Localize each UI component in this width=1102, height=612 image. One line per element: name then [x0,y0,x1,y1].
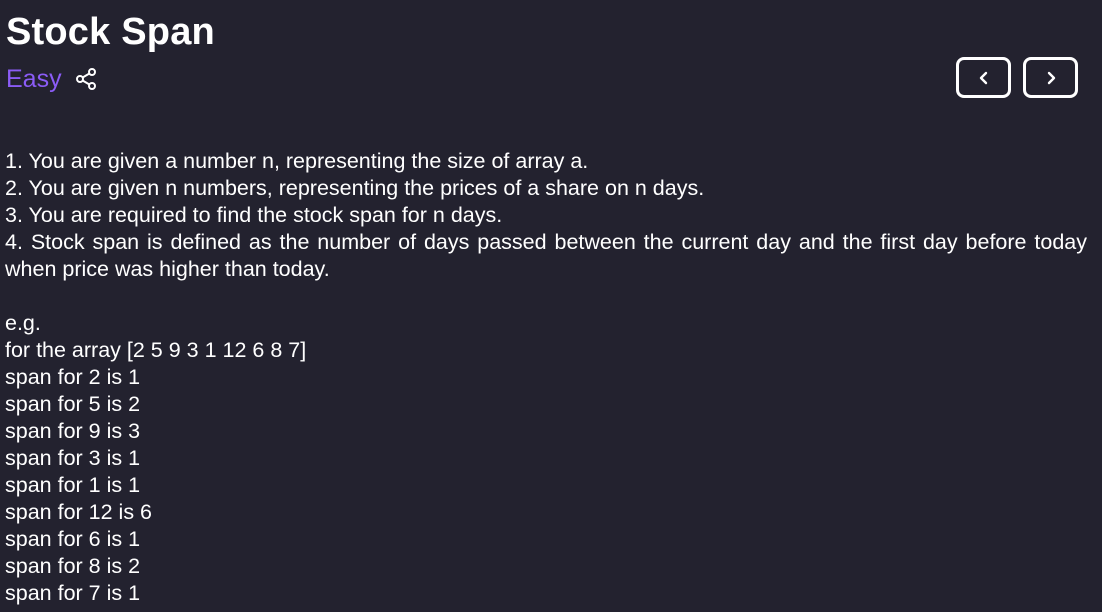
description-point: 4. Stock span is defined as the number o… [5,230,1087,281]
description-point: 3. You are required to find the stock sp… [5,203,503,227]
description-point: 1. You are given a number n, representin… [5,149,589,173]
example-line: span for 12 is 6 [5,500,153,524]
chevron-left-icon [979,71,987,84]
example-line: e.g. [5,311,41,335]
problem-title: Stock Span [6,11,215,53]
example-line: span for 5 is 2 [5,392,141,416]
example-line: span for 6 is 1 [5,527,141,551]
example-line: span for 2 is 1 [5,365,141,389]
example-line: span for 7 is 1 [5,581,141,605]
next-problem-button[interactable] [1023,57,1078,98]
chevron-right-icon [1047,71,1055,84]
previous-problem-button[interactable] [956,57,1011,98]
difficulty-badge: Easy [6,65,62,93]
example-line: for the array [2 5 9 3 1 12 6 8 7] [5,338,307,362]
example-line: span for 8 is 2 [5,554,141,578]
problem-navigation [956,57,1078,98]
description-point: 2. You are given n numbers, representing… [5,176,705,200]
share-icon[interactable] [74,67,98,91]
problem-meta: Easy [6,62,98,96]
example-line: span for 9 is 3 [5,419,141,443]
example-line: span for 1 is 1 [5,473,141,497]
problem-description: 1. You are given a number n, representin… [5,148,1087,607]
example-line: span for 3 is 1 [5,446,141,470]
